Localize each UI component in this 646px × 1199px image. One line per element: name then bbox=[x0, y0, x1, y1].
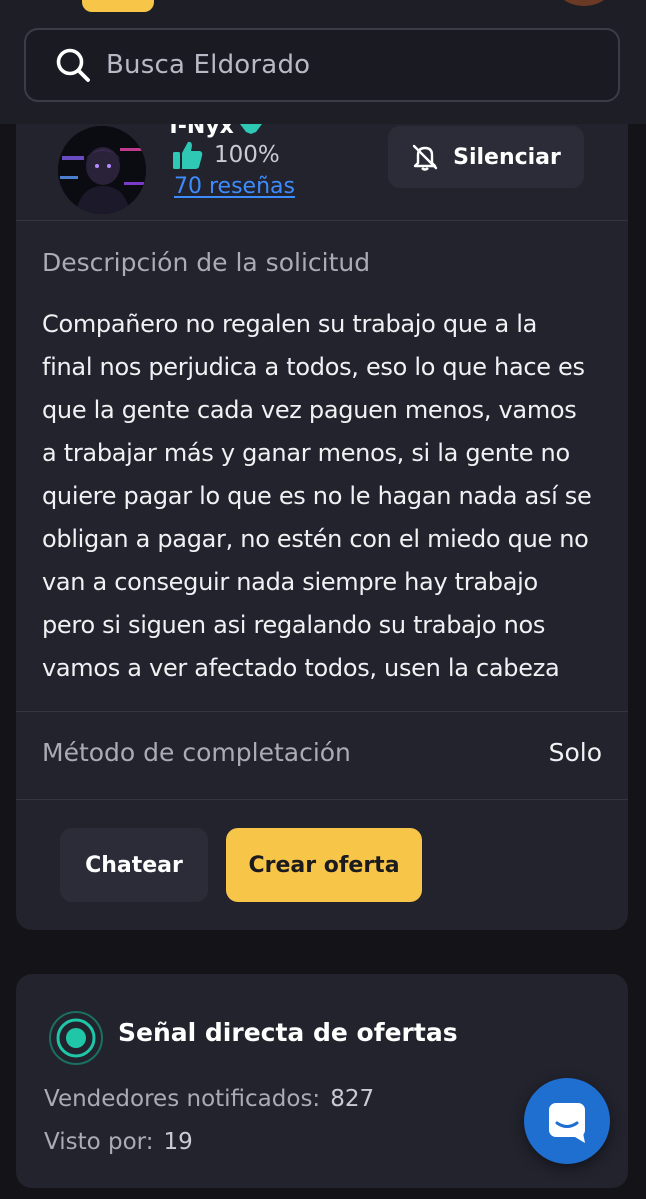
description-line: quiere pagar lo que es no le hagan nada … bbox=[42, 482, 592, 510]
signal-title: Señal directa de ofertas bbox=[118, 1018, 458, 1047]
seen-count: 19 bbox=[163, 1129, 193, 1155]
request-card: T-Nyx 100% 70 reseñas Silenciar Descripc… bbox=[16, 110, 628, 930]
support-chat-button[interactable] bbox=[524, 1078, 610, 1164]
notified-count: 827 bbox=[330, 1086, 375, 1112]
profile-avatar[interactable] bbox=[560, 0, 608, 6]
bell-off-icon bbox=[412, 144, 438, 171]
description-line: vamos a ver afectado todos, usen la cabe… bbox=[42, 654, 560, 682]
divider bbox=[16, 711, 628, 712]
completion-method-value: Solo bbox=[548, 738, 602, 767]
eldorado-logo[interactable] bbox=[82, 0, 154, 12]
chat-button[interactable]: Chatear bbox=[60, 828, 208, 902]
create-offer-button[interactable]: Crear oferta bbox=[226, 828, 422, 902]
search-placeholder: Busca Eldorado bbox=[106, 50, 311, 80]
seen-label: Visto por: bbox=[44, 1129, 154, 1155]
description-line: Compañero no regalen su trabajo que a la bbox=[42, 310, 538, 338]
mute-label: Silenciar bbox=[453, 144, 561, 170]
chat-support-icon bbox=[549, 1103, 585, 1143]
seller-avatar[interactable] bbox=[58, 126, 146, 214]
search-icon bbox=[56, 48, 90, 82]
description-line: pero si siguen asi regalando su trabajo … bbox=[42, 611, 546, 639]
seller-rating: 100% bbox=[172, 140, 280, 170]
divider bbox=[16, 799, 628, 800]
rating-value: 100% bbox=[214, 142, 280, 168]
notified-sellers: Vendedores notificados: 827 bbox=[44, 1086, 374, 1112]
description-line: obligan a pagar, no estén con el miedo q… bbox=[42, 525, 589, 553]
description-line: van a conseguir nada siempre hay trabajo bbox=[42, 568, 538, 596]
offer-signal-card: Señal directa de ofertas Vendedores noti… bbox=[16, 974, 628, 1188]
description-line: a trabajar más y ganar menos, si la gent… bbox=[42, 439, 570, 467]
description-line: final nos perjudica a todos, eso lo que … bbox=[42, 353, 585, 381]
notified-label: Vendedores notificados: bbox=[44, 1086, 321, 1112]
thumbs-up-icon bbox=[173, 141, 203, 169]
description-body: Compañero no regalen su trabajo que a la… bbox=[42, 303, 612, 690]
top-header: Busca Eldorado bbox=[0, 0, 646, 124]
description-line: que la gente cada vez paguen menos, vamo… bbox=[42, 396, 577, 424]
description-heading: Descripción de la solicitud bbox=[42, 248, 371, 277]
completion-method-label: Método de completación bbox=[42, 738, 351, 767]
seen-by: Visto por: 19 bbox=[44, 1129, 193, 1155]
divider bbox=[16, 220, 628, 221]
search-input[interactable]: Busca Eldorado bbox=[24, 28, 620, 102]
verified-badge-icon bbox=[240, 124, 262, 134]
avatar-image bbox=[58, 126, 146, 214]
mute-button[interactable]: Silenciar bbox=[388, 126, 584, 188]
reviews-link[interactable]: 70 reseñas bbox=[174, 174, 295, 199]
radio-signal-icon bbox=[49, 1011, 103, 1065]
